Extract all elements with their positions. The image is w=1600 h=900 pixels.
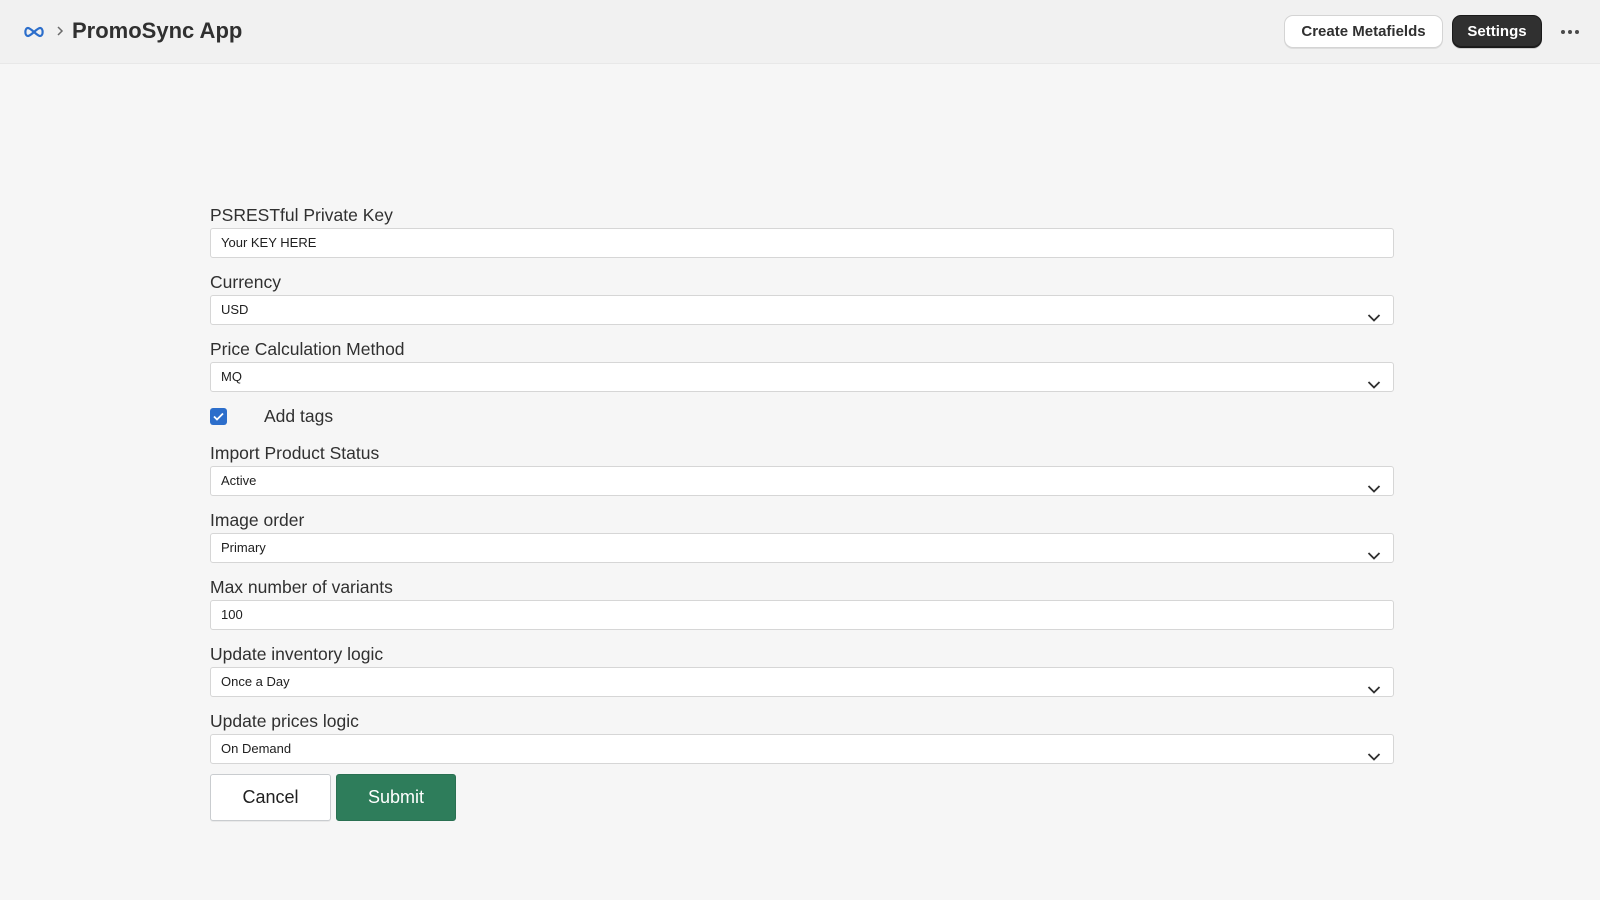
max-variants-value: 100 — [221, 607, 243, 622]
private-key-input[interactable]: Your KEY HERE — [210, 228, 1394, 258]
top-bar: PromoSync App Create Metafields Settings — [0, 0, 1600, 64]
update-prices-logic-select[interactable]: On Demand — [210, 734, 1394, 764]
chevron-down-icon — [1367, 543, 1381, 560]
page-title: PromoSync App — [72, 18, 243, 43]
cancel-button[interactable]: Cancel — [210, 774, 331, 821]
image-order-value: Primary — [221, 540, 266, 555]
create-metafields-button[interactable]: Create Metafields — [1284, 15, 1443, 48]
infinity-icon[interactable] — [22, 21, 46, 43]
price-calculation-method-select[interactable]: MQ — [210, 362, 1394, 392]
currency-select[interactable]: USD — [210, 295, 1394, 325]
price-calculation-method-value: MQ — [221, 369, 242, 384]
max-variants-input[interactable]: 100 — [210, 600, 1394, 630]
update-prices-logic-label: Update prices logic — [210, 711, 359, 731]
ellipsis-horizontal-icon[interactable] — [1555, 20, 1585, 44]
import-product-status-value: Active — [221, 473, 257, 488]
chevron-down-icon — [1367, 305, 1381, 322]
import-product-status-label: Import Product Status — [210, 443, 380, 463]
update-inventory-logic-select[interactable]: Once a Day — [210, 667, 1394, 697]
image-order-select[interactable]: Primary — [210, 533, 1394, 563]
chevron-down-icon — [1367, 476, 1381, 493]
private-key-label: PSRESTful Private Key — [210, 205, 393, 225]
max-variants-label: Max number of variants — [210, 577, 393, 597]
add-tags-checkbox[interactable] — [210, 408, 227, 425]
chevron-right-icon — [55, 21, 65, 41]
image-order-label: Image order — [210, 510, 305, 530]
update-prices-logic-value: On Demand — [221, 741, 292, 756]
currency-value: USD — [221, 302, 249, 317]
update-inventory-logic-value: Once a Day — [221, 674, 290, 689]
chevron-down-icon — [1367, 677, 1381, 694]
import-product-status-select[interactable]: Active — [210, 466, 1394, 496]
submit-button[interactable]: Submit — [336, 774, 456, 821]
chevron-down-icon — [1367, 372, 1381, 389]
add-tags-label: Add tags — [264, 406, 334, 426]
price-calculation-method-label: Price Calculation Method — [210, 339, 405, 359]
private-key-value: Your KEY HERE — [221, 235, 317, 250]
chevron-down-icon — [1367, 744, 1381, 761]
settings-button[interactable]: Settings — [1452, 15, 1542, 48]
currency-label: Currency — [210, 272, 281, 292]
update-inventory-logic-label: Update inventory logic — [210, 644, 384, 664]
